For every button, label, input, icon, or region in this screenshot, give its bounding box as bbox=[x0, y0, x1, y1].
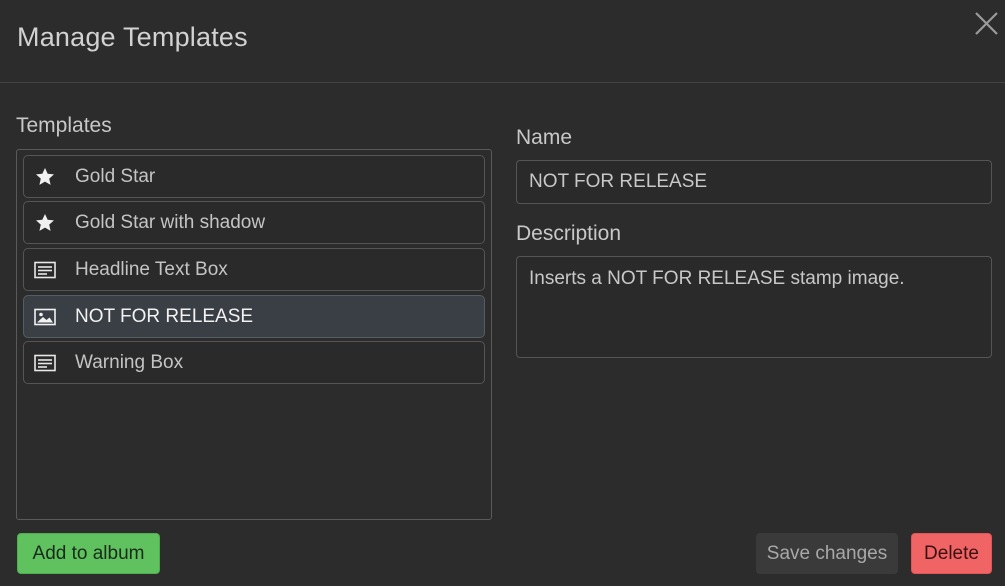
delete-button[interactable]: Delete bbox=[911, 533, 992, 574]
list-item-gold-star-shadow[interactable]: Gold Star with shadow bbox=[23, 201, 485, 244]
add-to-album-button[interactable]: Add to album bbox=[17, 533, 160, 574]
star-icon bbox=[34, 212, 56, 234]
close-icon bbox=[975, 12, 998, 35]
manage-templates-dialog: Manage Templates Templates Gold Star Gol… bbox=[0, 0, 1005, 586]
list-item-label: Gold Star bbox=[75, 165, 156, 187]
image-icon bbox=[34, 306, 56, 328]
dialog-header: Manage Templates bbox=[0, 0, 1005, 83]
list-item-warning-box[interactable]: Warning Box bbox=[23, 341, 485, 384]
list-item-gold-star[interactable]: Gold Star bbox=[23, 155, 485, 198]
close-button[interactable] bbox=[968, 5, 1004, 41]
name-label: Name bbox=[516, 126, 573, 149]
description-label: Description bbox=[516, 222, 622, 245]
list-item-not-for-release[interactable]: NOT FOR RELEASE bbox=[23, 295, 485, 338]
templates-list: Gold Star Gold Star with shadow Headline… bbox=[16, 149, 492, 520]
name-field[interactable]: NOT FOR RELEASE bbox=[516, 160, 992, 204]
list-item-label: Warning Box bbox=[75, 351, 184, 373]
list-item-label: Headline Text Box bbox=[75, 258, 228, 280]
list-item-label: NOT FOR RELEASE bbox=[75, 305, 254, 327]
dialog-title: Manage Templates bbox=[17, 22, 248, 52]
text-box-icon bbox=[34, 259, 56, 281]
list-item-label: Gold Star with shadow bbox=[75, 211, 266, 233]
description-field[interactable]: Inserts a NOT FOR RELEASE stamp image. bbox=[516, 256, 992, 358]
star-icon bbox=[34, 166, 56, 188]
templates-label: Templates bbox=[16, 114, 112, 137]
list-item-headline-text-box[interactable]: Headline Text Box bbox=[23, 248, 485, 291]
save-changes-button[interactable]: Save changes bbox=[756, 533, 898, 574]
text-box-icon bbox=[34, 352, 56, 374]
